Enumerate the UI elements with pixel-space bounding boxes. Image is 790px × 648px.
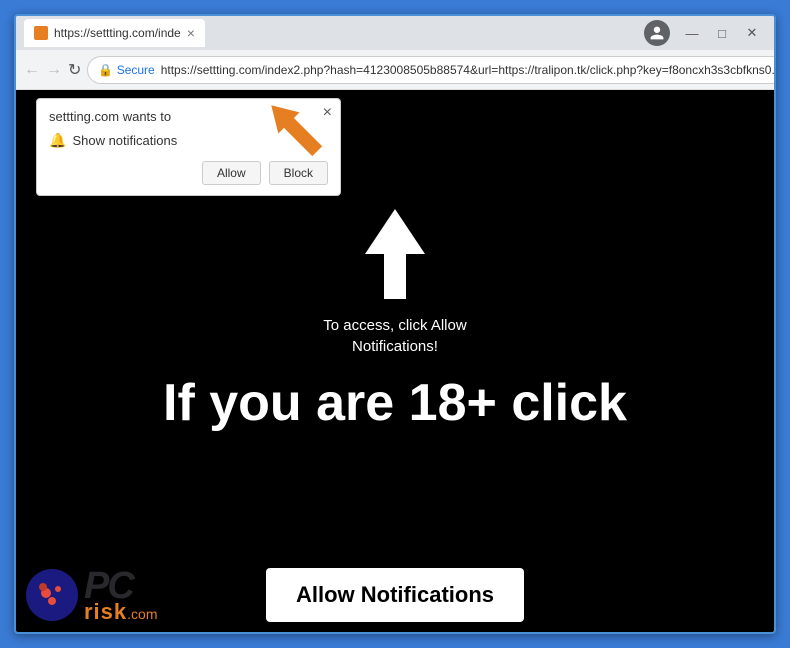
arrow-head <box>365 209 425 254</box>
pcrisk-com: .com <box>127 606 157 622</box>
address-field[interactable]: 🔒 Secure https://settting.com/index2.php… <box>87 56 776 84</box>
orange-arrow <box>256 90 336 175</box>
profile-icon[interactable] <box>644 20 670 46</box>
tab-close-icon[interactable]: × <box>187 26 195 40</box>
watermark: PC risk .com <box>16 557 774 632</box>
allow-button[interactable]: Allow <box>202 161 261 185</box>
watermark-logo <box>26 569 78 621</box>
refresh-button[interactable]: ↻ <box>68 57 81 83</box>
minimize-button[interactable]: — <box>678 21 706 45</box>
address-bar: ← → ↻ 🔒 Secure https://settting.com/inde… <box>16 50 774 90</box>
age-text: If you are 18+ click <box>163 373 627 433</box>
popup-notification-text: Show notifications <box>72 133 177 148</box>
tab-title: https://settting.com/inde <box>54 26 181 40</box>
tab-favicon <box>34 26 48 40</box>
window-controls: — □ ✕ <box>678 21 766 45</box>
arrow-body <box>384 254 406 299</box>
title-bar: https://settting.com/inde × — □ ✕ <box>16 16 774 50</box>
white-up-arrow <box>365 209 425 299</box>
browser-content: × settting.com wants to 🔔 Show notificat… <box>16 90 774 632</box>
pcrisk-risk: risk <box>84 601 127 623</box>
browser-window: https://settting.com/inde × — □ ✕ ← → ↻ … <box>14 14 776 634</box>
bell-icon: 🔔 <box>49 132 66 149</box>
access-text: To access, click AllowNotifications! <box>323 315 466 357</box>
forward-button[interactable]: → <box>46 57 62 83</box>
secure-icon: 🔒 Secure <box>98 63 154 77</box>
maximize-button[interactable]: □ <box>708 21 736 45</box>
url-text: https://settting.com/index2.php?hash=412… <box>161 63 776 77</box>
pcrisk-text: PC risk .com <box>84 567 158 623</box>
back-button[interactable]: ← <box>24 57 40 83</box>
browser-tab[interactable]: https://settting.com/inde × <box>24 19 205 47</box>
close-button[interactable]: ✕ <box>738 21 766 45</box>
